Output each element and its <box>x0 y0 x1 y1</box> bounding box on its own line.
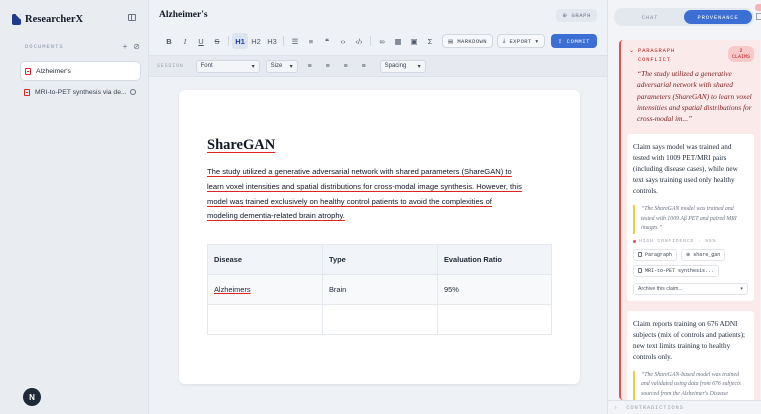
document-icon <box>638 268 642 274</box>
font-select[interactable]: Font ▾ <box>195 59 260 73</box>
table-header: Disease <box>207 244 323 276</box>
heading2-button[interactable]: H2 <box>248 33 264 49</box>
source-chip-paragraph[interactable]: Paragraph <box>633 248 678 261</box>
contradictions-indicator <box>755 4 761 11</box>
heading3-button[interactable]: H3 <box>264 33 280 49</box>
editor: Alzheimer's ⊕ GRAPH B I U S H1 H2 H3 ☰ ≡… <box>149 0 607 414</box>
sidebar-item-mri-to-pet[interactable]: MRI-to-PET synthesis via de... <box>20 82 141 102</box>
document-icon <box>24 88 30 96</box>
claim-card: Claim says model was trained and tested … <box>627 134 754 301</box>
tab-chat[interactable]: CHAT <box>616 10 684 24</box>
document-page[interactable]: ShareGAN The study utilized a generative… <box>179 90 580 384</box>
link-icon[interactable]: ⊘ <box>133 42 140 51</box>
align-center-icon[interactable]: ≡ <box>322 60 334 72</box>
size-select[interactable]: Size ▾ <box>265 59 298 73</box>
table-cell[interactable]: Brain <box>322 274 438 306</box>
archive-claim-select[interactable]: Archive this claim... ▾ <box>633 282 748 295</box>
sidebar-item-label: MRI-to-PET synthesis via de... <box>35 88 127 96</box>
evidence-quote: “The ShareGAN-based model was trained an… <box>633 370 748 400</box>
documents-label: DOCUMENTS <box>25 42 64 50</box>
quote-icon[interactable]: ❝ <box>319 33 335 49</box>
spacing-select[interactable]: Spacing ▾ <box>379 59 426 73</box>
paragraph-line: The study utilized a generative adversar… <box>207 167 512 176</box>
table-icon[interactable]: ▦ <box>390 33 406 49</box>
document-icon <box>638 252 642 258</box>
source-chip-mri-to-pet[interactable]: MRI-to-PET synthesis... <box>633 264 720 277</box>
conflict-quote: “The study utilized a generative adversa… <box>637 69 752 124</box>
paragraph-line: learn voxel intensities and spatial dist… <box>207 181 522 191</box>
code-block-icon[interactable]: ‹/› <box>351 33 367 49</box>
sidebar: ResearcherX DOCUMENTS + ⊘ Alzheimer's MR… <box>0 0 149 414</box>
bullet-list-icon[interactable]: ☰ <box>287 33 303 49</box>
source-chip-share-gan[interactable]: ⊕ share_gan <box>681 248 726 261</box>
table-header: Type <box>322 244 438 276</box>
confidence-label: HIGH CONFIDENCE · 95% <box>633 239 748 244</box>
add-document-icon[interactable]: + <box>123 42 128 51</box>
link-icon[interactable]: ∞ <box>374 33 390 49</box>
table-row <box>207 304 552 336</box>
table-row: Alzheimers Brain 95% <box>207 274 552 306</box>
panel-toggle-icon[interactable] <box>756 13 761 20</box>
page-title: Alzheimer's <box>159 10 208 20</box>
claim-text: Claim says model was trained and tested … <box>633 143 738 196</box>
editor-header: Alzheimer's ⊕ GRAPH <box>149 0 607 30</box>
evidence-quote: “The ShareGAN model was trained and test… <box>633 205 748 234</box>
documents-header: DOCUMENTS + ⊘ <box>0 40 148 52</box>
data-table: Disease Type Evaluation Ratio Alzheimers… <box>207 244 552 336</box>
chevron-down-icon[interactable]: ⌄ <box>629 47 634 54</box>
italic-button[interactable]: I <box>177 33 193 49</box>
bold-button[interactable]: B <box>161 33 177 49</box>
contradictions-section[interactable]: › CONTRADICTIONS <box>608 400 761 414</box>
paragraph-line: model was trained exclusively on healthy… <box>207 196 492 206</box>
align-right-icon[interactable]: ≡ <box>340 60 352 72</box>
app-root: ResearcherX DOCUMENTS + ⊘ Alzheimer's MR… <box>0 0 761 414</box>
formula-icon[interactable]: Σ <box>422 33 438 49</box>
conflict-card: ⌄ PARAGRAPH CONFLICT 2 CLAIMS “The study u… <box>619 40 760 400</box>
provenance-panel: CHAT PROVENANCE ⌄ PARAGRAPH CONFLICT 2 CLA… <box>607 0 761 414</box>
claim-sources: Paragraph ⊕ share_gan MRI-to-PET synthesi… <box>633 248 748 277</box>
table-cell[interactable] <box>322 304 438 336</box>
paragraph-line: modeling dementia-related brain atrophy. <box>207 211 345 221</box>
conflict-header[interactable]: ⌄ PARAGRAPH CONFLICT 2 CLAIMS <box>629 46 754 64</box>
document-paragraph[interactable]: The study utilized a generative adversar… <box>207 165 552 224</box>
panel-tabs: CHAT PROVENANCE <box>614 8 754 26</box>
table-cell[interactable] <box>207 304 323 336</box>
table-header: Evaluation Ratio <box>437 244 552 276</box>
underline-button[interactable]: U <box>193 33 209 49</box>
align-justify-icon[interactable]: ≡ <box>358 60 370 72</box>
app-name: ResearcherX <box>25 14 84 25</box>
table-cell[interactable]: Alzheimers <box>207 274 323 306</box>
document-icon <box>25 67 31 75</box>
conflict-type: PARAGRAPH CONFLICT <box>638 47 675 63</box>
logo-icon <box>12 14 21 25</box>
strikethrough-button[interactable]: S <box>209 33 225 49</box>
sidebar-item-alzheimers[interactable]: Alzheimer's <box>20 61 141 81</box>
numbered-list-icon[interactable]: ≡ <box>303 33 319 49</box>
link-icon: ⊕ <box>686 251 691 258</box>
code-icon[interactable]: ‹› <box>335 33 351 49</box>
text-style-toolbar: SESSION Font ▾ Size ▾ ≡ ≡ ≡ ≡ Spacing ▾ <box>149 55 607 77</box>
session-label: SESSION <box>157 63 184 69</box>
claims-badge: 2 CLAIMS <box>727 46 754 62</box>
align-left-icon[interactable]: ≡ <box>304 60 316 72</box>
markdown-button[interactable]: ▤ MARKDOWN <box>442 34 493 48</box>
avatar[interactable]: N <box>23 388 41 406</box>
image-icon[interactable]: ▣ <box>406 33 422 49</box>
sidebar-item-label: Alzheimer's <box>36 67 71 75</box>
heading1-button[interactable]: H1 <box>232 33 248 49</box>
formatting-toolbar: B I U S H1 H2 H3 ☰ ≡ ❝ ‹› ‹/› ∞ ▦ ▣ Σ ▤ … <box>149 30 607 52</box>
commit-button[interactable]: ⇪ COMMIT <box>550 34 598 48</box>
collapse-sidebar-icon[interactable] <box>128 14 136 21</box>
document-heading[interactable]: ShareGAN <box>207 137 552 154</box>
brand: ResearcherX <box>0 0 148 28</box>
claim-text: Claim reports training on 676 ADNI subje… <box>633 319 745 361</box>
table-cell[interactable] <box>437 304 552 336</box>
claim-card: Claim reports training on 676 ADNI subje… <box>627 310 754 400</box>
tab-provenance[interactable]: PROVENANCE <box>684 10 752 24</box>
table-cell[interactable]: 95% <box>437 274 552 306</box>
graph-button[interactable]: ⊕ GRAPH <box>556 8 597 22</box>
clock-icon <box>130 89 136 95</box>
chevron-down-icon: ▾ <box>740 285 743 292</box>
export-button[interactable]: ⤓ EXPORT ▾ <box>496 34 545 48</box>
